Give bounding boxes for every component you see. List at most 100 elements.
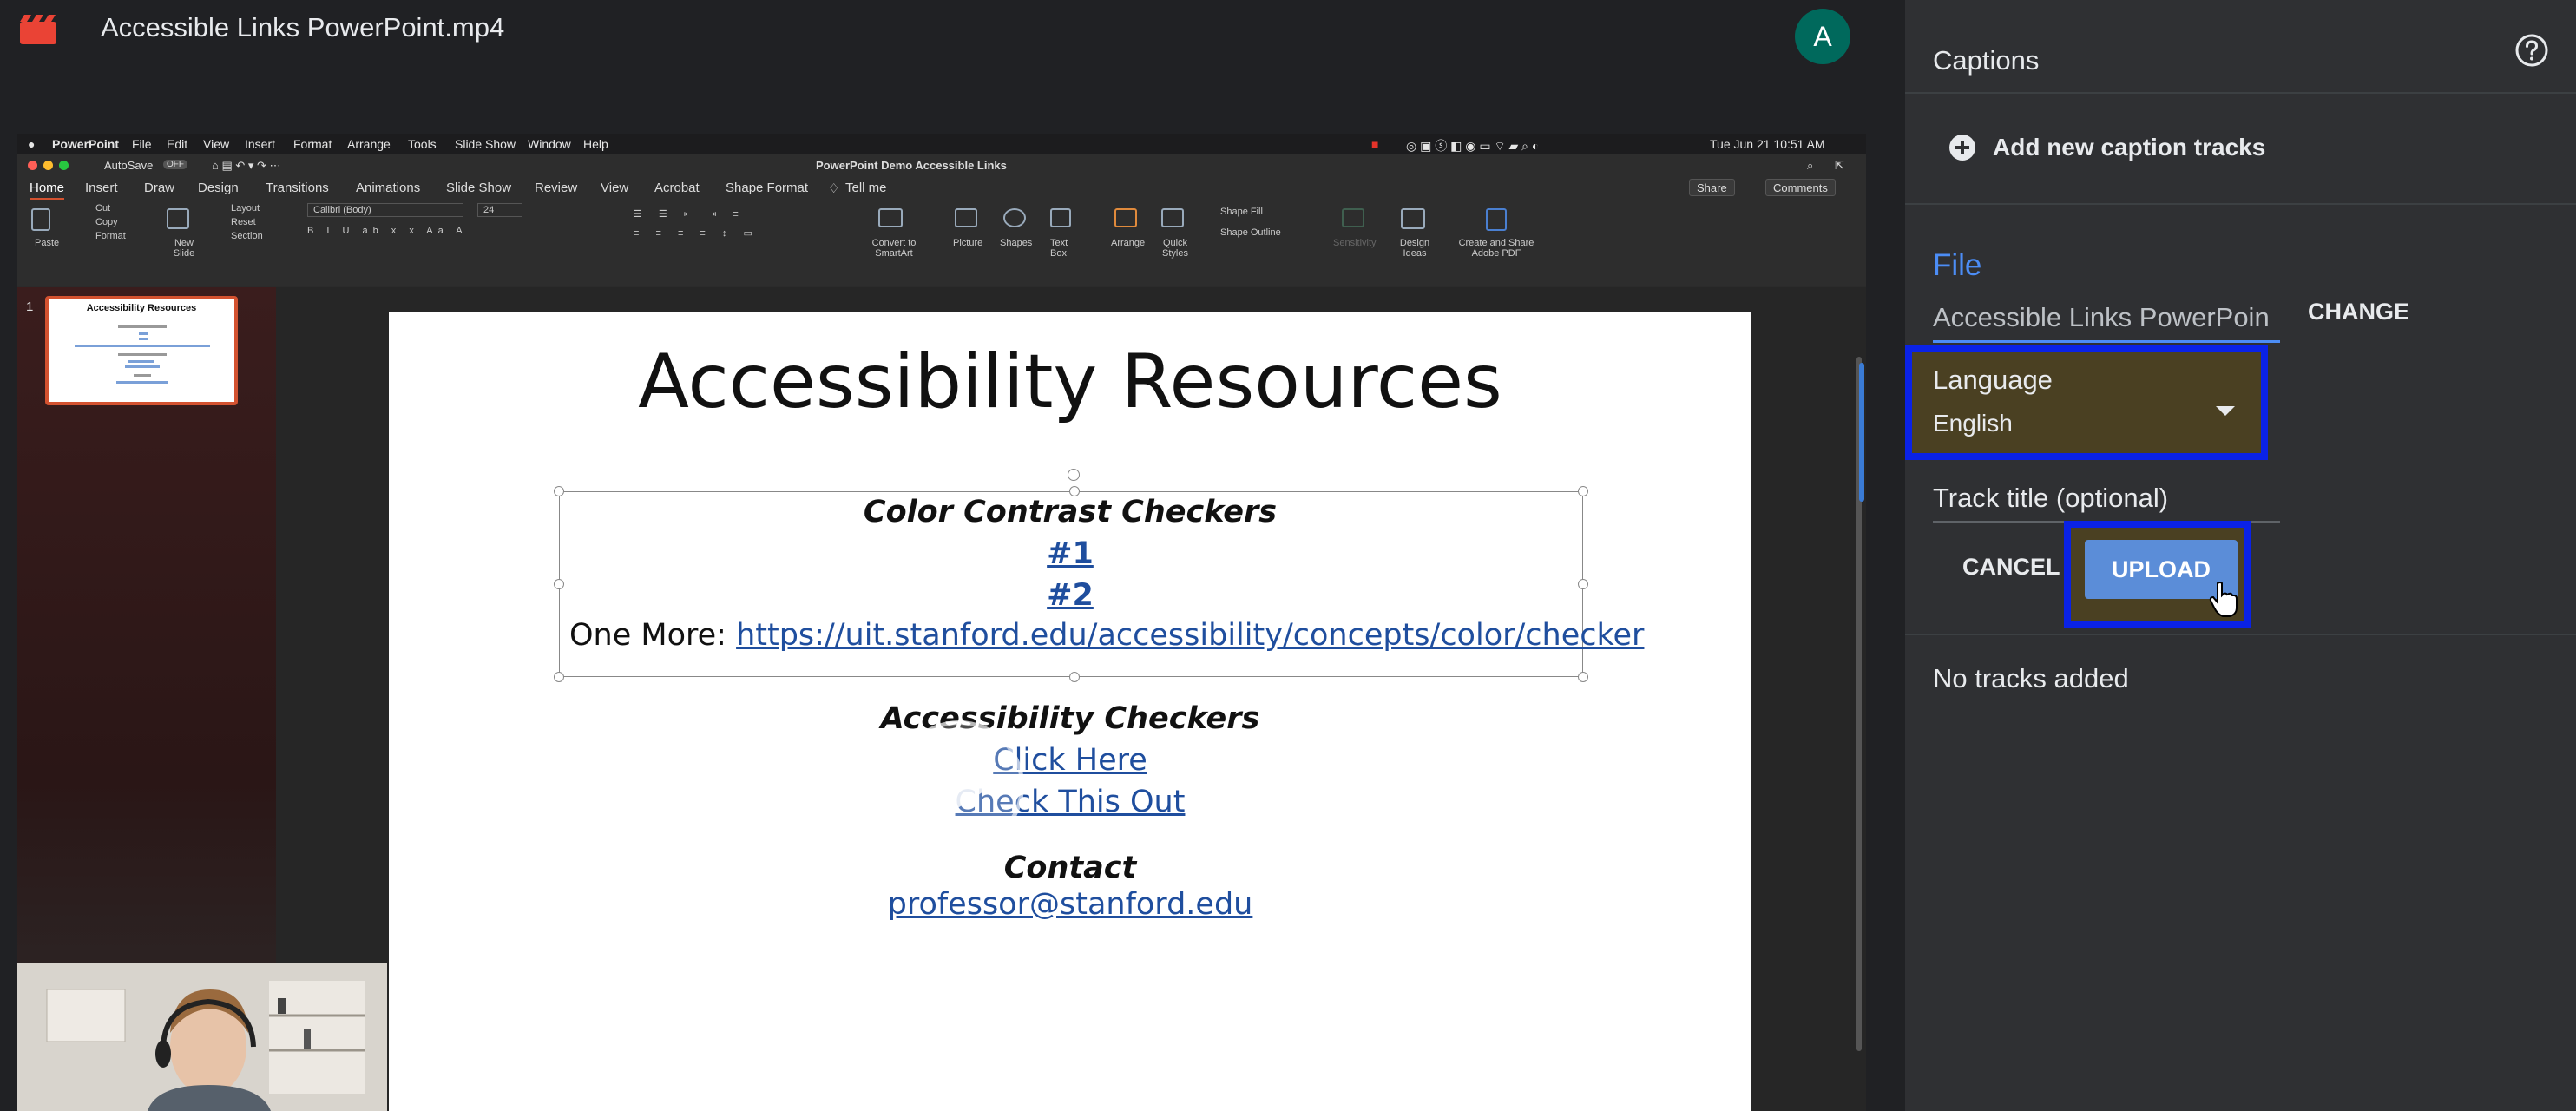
alignment-icons: ≡ ≡ ≡ ≡ ↕ ▭ bbox=[634, 228, 759, 239]
menu-item-file: File bbox=[132, 137, 152, 151]
file-section-heading: File bbox=[1933, 248, 1982, 282]
tab-acrobat: Acrobat bbox=[654, 181, 700, 195]
language-select[interactable]: Language English bbox=[1905, 345, 2268, 460]
slide-title: Accessibility Resources bbox=[638, 339, 1502, 425]
thumbnail-line bbox=[128, 360, 154, 363]
clapperboard-icon bbox=[20, 15, 56, 44]
tab-tell-me: Tell me bbox=[845, 181, 887, 195]
track-title-input[interactable]: Track title (optional) bbox=[1933, 483, 2168, 514]
tab-insert: Insert bbox=[85, 181, 118, 195]
resize-handle bbox=[1578, 672, 1588, 682]
shapes-icon bbox=[1003, 208, 1026, 227]
apple-icon: ● bbox=[28, 137, 36, 151]
menu-item-view: View bbox=[203, 137, 230, 151]
menu-item-window: Window bbox=[528, 137, 571, 151]
ribbon-create-share-pdf-label: Create and Share Adobe PDF bbox=[1458, 238, 1534, 259]
zoom-window-icon bbox=[59, 161, 69, 170]
ribbon-new-slide-label: New Slide bbox=[173, 238, 195, 259]
autosave-toggle: OFF bbox=[163, 160, 187, 169]
ribbon-toolbar: Paste Cut Copy Format New Slide Layout R… bbox=[17, 200, 1866, 286]
ppt-share-label: Share bbox=[1697, 181, 1727, 194]
play-button[interactable] bbox=[894, 720, 1024, 851]
ribbon-tabs: Home Insert Draw Design Transitions Anim… bbox=[17, 175, 1866, 200]
ribbon-text-box-label: Text Box bbox=[1050, 238, 1068, 259]
ppt-share-button: Share bbox=[1689, 179, 1735, 196]
ppt-comments-label: Comments bbox=[1773, 181, 1828, 194]
slide-link-click-here: Click Here bbox=[993, 743, 1147, 778]
quick-access-icons: ⌂ ▤ ↶ ▾ ↷ ⋯ bbox=[212, 159, 281, 172]
slide-thumbnail: Accessibility Resources bbox=[45, 296, 238, 405]
tab-home: Home bbox=[30, 181, 65, 200]
slide-heading-checkers: Accessibility Checkers bbox=[880, 701, 1260, 736]
slide-link-email: professor@stanford.edu bbox=[887, 887, 1253, 922]
resize-handle bbox=[554, 672, 564, 682]
ribbon-copy-label: Copy bbox=[95, 217, 118, 227]
slide-link-1: #1 bbox=[1047, 536, 1094, 571]
add-caption-track-button[interactable]: Add new caption tracks bbox=[1905, 95, 2576, 205]
tab-review: Review bbox=[535, 181, 578, 195]
thumbnail-slide-number: 1 bbox=[26, 299, 34, 314]
menu-app-name: PowerPoint bbox=[52, 137, 120, 151]
selected-file-name: Accessible Links PowerPoin bbox=[1933, 302, 2270, 332]
font-size-field: 24 bbox=[477, 203, 522, 217]
presenter-image bbox=[17, 963, 387, 1111]
ribbon-paste-label: Paste bbox=[35, 238, 60, 248]
ribbon-format-label: Format bbox=[95, 231, 126, 241]
powerpoint-title-bar: AutoSave OFF ⌂ ▤ ↶ ▾ ↷ ⋯ PowerPoint Demo… bbox=[17, 154, 1866, 175]
cancel-button[interactable]: CANCEL bbox=[1962, 554, 2060, 581]
slide: Accessibility Resources Color Contrast C… bbox=[389, 312, 1751, 1111]
ribbon-sensitivity-label: Sensitivity bbox=[1333, 238, 1377, 248]
tab-transitions: Transitions bbox=[266, 181, 329, 195]
menu-item-insert: Insert bbox=[245, 137, 276, 151]
ribbon-cut-label: Cut bbox=[95, 203, 111, 214]
slide-heading-contrast: Color Contrast Checkers bbox=[863, 495, 1278, 529]
thumbnail-line bbox=[125, 365, 160, 368]
status-icons: ◎ ▣ ⓢ ◧ ◉ ▭ ⌔ ▰ ⌕ ◐ bbox=[1406, 139, 1540, 153]
thumbnail-line bbox=[139, 332, 148, 335]
slide-link-checker: https://uit.stanford.edu/accessibility/c… bbox=[736, 618, 1645, 653]
arrange-icon bbox=[1114, 208, 1137, 227]
ribbon-shapes-label: Shapes bbox=[1000, 238, 1033, 248]
webcam-overlay bbox=[17, 963, 387, 1111]
ribbon-shape-outline-label: Shape Outline bbox=[1220, 227, 1281, 238]
change-file-button[interactable]: CHANGE bbox=[2308, 299, 2409, 325]
thumbnail-line bbox=[75, 345, 210, 347]
thumbnail-line bbox=[134, 374, 151, 377]
no-tracks-message: No tracks added bbox=[1933, 663, 2129, 694]
play-icon bbox=[947, 759, 990, 815]
language-label: Language bbox=[1933, 365, 2053, 395]
mac-clock: Tue Jun 21 10:51 AM bbox=[1710, 137, 1825, 151]
menu-item-edit: Edit bbox=[167, 137, 188, 151]
help-icon[interactable] bbox=[2514, 33, 2549, 68]
new-slide-icon bbox=[167, 208, 189, 229]
slide-link-2: #2 bbox=[1047, 578, 1094, 613]
menu-item-format: Format bbox=[293, 137, 332, 151]
ribbon-shape-fill-label: Shape Fill bbox=[1220, 207, 1263, 217]
picture-icon bbox=[955, 208, 977, 227]
tab-slide-show: Slide Show bbox=[446, 181, 512, 195]
file-field-underline bbox=[1933, 340, 2280, 343]
slide-one-more-prefix: One More: bbox=[569, 618, 737, 653]
add-caption-track-label: Add new caption tracks bbox=[1993, 134, 2266, 161]
ribbon-quick-styles-label: Quick Styles bbox=[1162, 238, 1188, 259]
thumbnail-line bbox=[116, 381, 168, 384]
menu-item-tools: Tools bbox=[408, 137, 437, 151]
account-avatar[interactable]: A bbox=[1795, 9, 1850, 64]
record-icon: ■ bbox=[1371, 137, 1379, 151]
ribbon-layout-label: Layout bbox=[231, 203, 260, 214]
captions-panel-header: Captions bbox=[1905, 0, 2576, 94]
file-title: Accessible Links PowerPoint.mp4 bbox=[101, 12, 505, 43]
panel-title: Captions bbox=[1933, 45, 2040, 76]
lightbulb-icon: ♢ bbox=[828, 181, 840, 196]
tab-view: View bbox=[601, 181, 629, 195]
top-bar: Accessible Links PowerPoint.mp4 A bbox=[0, 0, 1905, 130]
tab-animations: Animations bbox=[356, 181, 421, 195]
quick-styles-icon bbox=[1161, 208, 1184, 227]
paragraph-icons: ☰ ☰ ⇤ ⇥ ≡ bbox=[634, 209, 746, 220]
resize-handle bbox=[1069, 672, 1080, 682]
mac-menu-bar: ● PowerPoint File Edit View Insert Forma… bbox=[17, 134, 1866, 154]
adobe-pdf-icon bbox=[1486, 208, 1507, 231]
ribbon-arrange-label: Arrange bbox=[1111, 238, 1146, 248]
paste-icon bbox=[31, 208, 50, 231]
rotate-handle bbox=[1068, 469, 1080, 481]
